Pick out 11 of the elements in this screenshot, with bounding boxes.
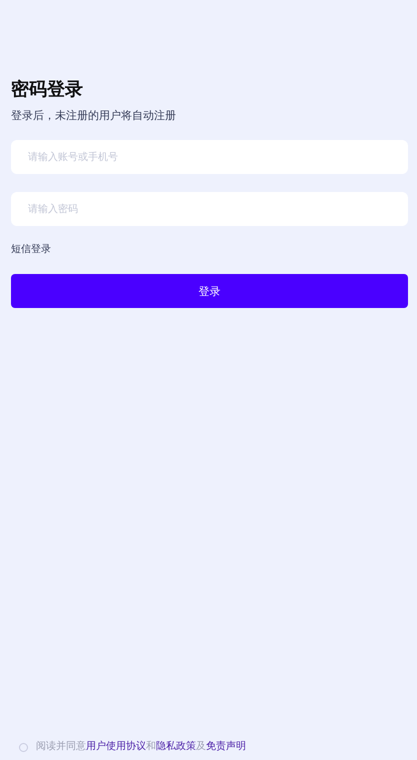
sms-login-link[interactable]: 短信登录 [11,243,51,257]
agreement-link[interactable]: 隐私政策 [156,741,196,752]
page-subtitle: 登录后，未注册的用户将自动注册 [11,109,177,123]
agreement-checkbox[interactable] [19,742,28,752]
agreement-link[interactable]: 免责声明 [206,741,246,752]
account-field[interactable]: 请输入账号或手机号 [11,140,408,174]
page-title: 密码登录 [11,78,84,102]
agreement-text: 阅读并同意用户使用协议和隐私政策及免责声明 [36,740,246,754]
password-field[interactable]: 请输入密码 [11,192,408,226]
login-button[interactable]: 登录 [11,274,408,308]
agreement-link[interactable]: 用户使用协议 [86,741,146,752]
